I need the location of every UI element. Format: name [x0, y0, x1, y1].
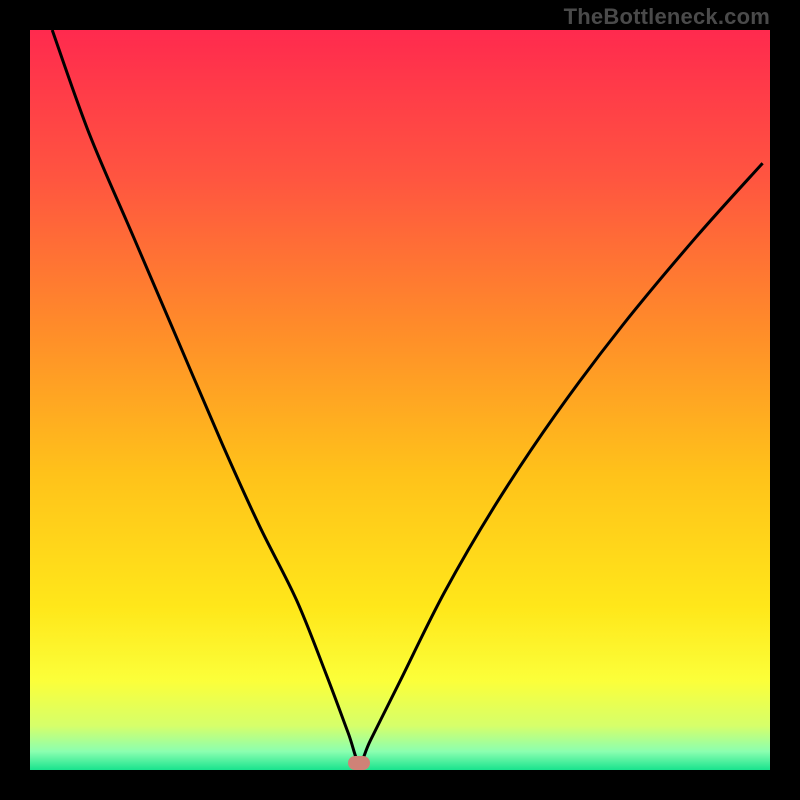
plot-area — [30, 30, 770, 770]
watermark-text: TheBottleneck.com — [564, 4, 770, 30]
chart-frame: TheBottleneck.com — [0, 0, 800, 800]
optimum-marker — [348, 756, 370, 770]
curve-path — [52, 30, 762, 763]
bottleneck-curve — [30, 30, 770, 770]
